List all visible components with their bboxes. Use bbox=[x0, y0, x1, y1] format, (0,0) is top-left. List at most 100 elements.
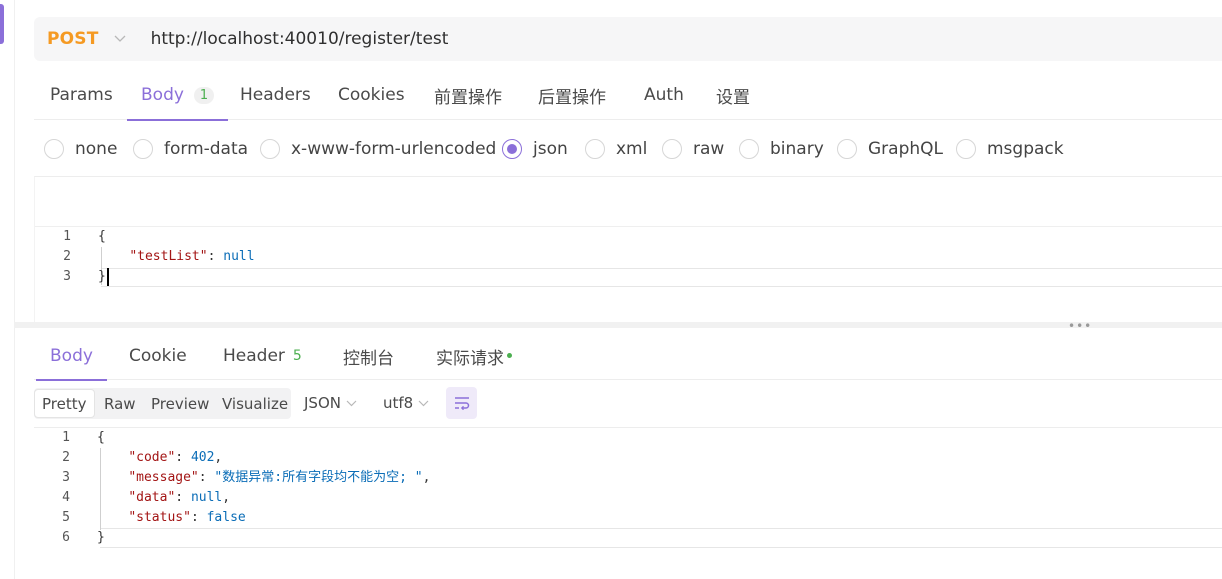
tab-label: 设置 bbox=[716, 87, 750, 108]
radio-label: binary bbox=[770, 139, 824, 159]
radio-msgpack[interactable]: msgpack bbox=[956, 132, 1064, 166]
tab-response-header[interactable]: Header 5 bbox=[223, 332, 302, 380]
tab-pre-operations[interactable]: 前置操作 bbox=[434, 70, 502, 120]
radio-label: msgpack bbox=[987, 139, 1064, 159]
radio-icon bbox=[956, 139, 976, 159]
radio-checked-icon bbox=[502, 139, 522, 159]
tab-label: Header bbox=[223, 346, 285, 366]
line-number: 2 bbox=[63, 249, 71, 264]
tab-label: 前置操作 bbox=[434, 87, 502, 108]
code-token: : bbox=[207, 249, 224, 264]
format-dropdown[interactable]: JSON bbox=[304, 387, 357, 419]
encoding-dropdown[interactable]: utf8 bbox=[383, 387, 429, 419]
tab-label: Params bbox=[50, 85, 113, 105]
tab-body[interactable]: Body 1 bbox=[127, 70, 229, 121]
code-token: , bbox=[422, 470, 431, 485]
code-line: } bbox=[97, 528, 105, 548]
radio-json[interactable]: json bbox=[502, 132, 568, 166]
tab-actual-request[interactable]: 实际请求 bbox=[436, 332, 512, 380]
code-line: "code": 402, bbox=[97, 448, 222, 468]
tab-label: 控制台 bbox=[343, 348, 394, 369]
radio-graphql[interactable]: GraphQL bbox=[837, 132, 943, 166]
line-number: 4 bbox=[62, 490, 70, 505]
radio-x-www-form-urlencoded[interactable]: x-www-form-urlencoded bbox=[260, 132, 496, 166]
chevron-down-icon[interactable] bbox=[113, 35, 127, 43]
wrap-lines-icon[interactable] bbox=[446, 387, 477, 419]
code-token: } bbox=[98, 269, 106, 284]
line-number: 1 bbox=[62, 430, 70, 445]
current-line-highlight-bottom bbox=[100, 547, 1222, 548]
code-token: , bbox=[214, 450, 223, 465]
text-cursor bbox=[107, 268, 109, 286]
radio-label: xml bbox=[616, 139, 648, 159]
radio-label: none bbox=[75, 139, 118, 159]
radio-label: raw bbox=[693, 139, 725, 159]
tab-response-body[interactable]: Body bbox=[36, 332, 107, 381]
line-number: 5 bbox=[62, 510, 70, 525]
tab-post-operations[interactable]: 后置操作 bbox=[538, 70, 606, 120]
tab-params[interactable]: Params bbox=[50, 70, 113, 120]
radio-icon bbox=[739, 139, 759, 159]
radio-raw[interactable]: raw bbox=[662, 132, 724, 166]
tab-label: 后置操作 bbox=[538, 87, 606, 108]
radio-binary[interactable]: binary bbox=[739, 132, 824, 166]
code-line: "data": null, bbox=[97, 488, 230, 508]
radio-icon bbox=[585, 139, 605, 159]
response-tabs: Body Cookie Header 5 控制台 实际请求 bbox=[34, 332, 1222, 381]
radio-form-data[interactable]: form-data bbox=[133, 132, 248, 166]
pane-splitter[interactable] bbox=[14, 322, 1222, 328]
body-type-radio-group: none form-data x-www-form-urlencoded jso… bbox=[44, 132, 1222, 166]
active-tab-indicator bbox=[127, 119, 229, 121]
view-mode-switch: Pretty Raw Preview Visualize bbox=[34, 388, 291, 419]
tab-count-badge: 5 bbox=[292, 348, 302, 364]
tab-console[interactable]: 控制台 bbox=[343, 332, 394, 380]
tab-response-cookie[interactable]: Cookie bbox=[129, 332, 187, 380]
tab-label: Cookie bbox=[129, 346, 187, 366]
tab-headers[interactable]: Headers bbox=[240, 70, 311, 120]
line-number: 1 bbox=[63, 229, 71, 244]
request-tabs: Params Body 1 Headers Cookies 前置操作 后置操作 … bbox=[34, 70, 1222, 121]
status-dot-icon bbox=[507, 352, 512, 358]
code-token: } bbox=[97, 530, 105, 545]
code-token: : bbox=[190, 510, 207, 525]
tab-settings[interactable]: 设置 bbox=[716, 70, 750, 120]
view-raw-button[interactable]: Raw bbox=[104, 388, 136, 419]
drag-handle-icon[interactable]: ••• bbox=[1068, 320, 1092, 332]
view-visualize-button[interactable]: Visualize bbox=[222, 388, 288, 419]
code-token: "message" bbox=[128, 470, 199, 485]
response-body-viewer[interactable]: 1 2 3 4 5 6 { "code": 402, "message": "数… bbox=[34, 427, 1222, 579]
code-token: : bbox=[198, 470, 215, 485]
code-token: , bbox=[222, 490, 231, 505]
sidebar-divider bbox=[14, 0, 15, 579]
radio-icon bbox=[260, 139, 280, 159]
code-token: { bbox=[97, 430, 105, 445]
tab-label: Body bbox=[141, 85, 184, 105]
line-number: 3 bbox=[62, 470, 70, 485]
tab-label: Body bbox=[50, 346, 93, 366]
method-select[interactable]: POST bbox=[47, 29, 99, 49]
code-token: false bbox=[206, 510, 246, 525]
format-value: JSON bbox=[304, 394, 341, 412]
tab-auth[interactable]: Auth bbox=[644, 70, 684, 120]
encoding-value: utf8 bbox=[383, 394, 414, 412]
radio-xml[interactable]: xml bbox=[585, 132, 647, 166]
code-token: 402 bbox=[190, 450, 215, 465]
tab-cookies[interactable]: Cookies bbox=[338, 70, 405, 120]
radio-icon bbox=[662, 139, 682, 159]
tab-count-badge: 1 bbox=[193, 86, 215, 104]
line-number: 2 bbox=[62, 450, 70, 465]
chevron-down-icon bbox=[346, 397, 357, 410]
code-token: : bbox=[175, 490, 191, 505]
url-bar: POST http://localhost:40010/register/tes… bbox=[34, 17, 1222, 61]
request-body-editor[interactable]: 1 2 3 { "testList": null } bbox=[34, 176, 1222, 322]
code-line: "message": "数据异常:所有字段均不能为空; ", bbox=[97, 468, 430, 488]
radio-none[interactable]: none bbox=[44, 132, 117, 166]
current-line-highlight-top bbox=[101, 268, 1222, 269]
view-preview-button[interactable]: Preview bbox=[151, 388, 209, 419]
active-tab-indicator bbox=[36, 379, 107, 381]
url-input[interactable]: http://localhost:40010/register/test bbox=[151, 29, 449, 49]
radio-label: x-www-form-urlencoded bbox=[291, 139, 497, 159]
view-pretty-button[interactable]: Pretty bbox=[34, 389, 95, 418]
